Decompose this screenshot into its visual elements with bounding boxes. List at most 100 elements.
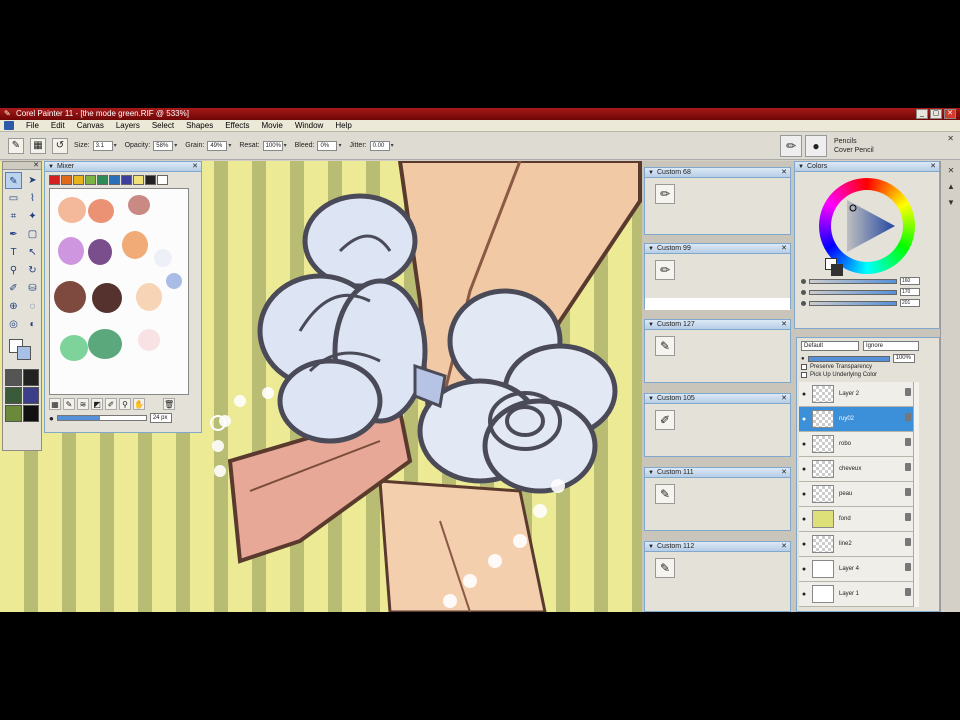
palette-close-icon[interactable]: ✕ (781, 468, 787, 478)
grain-field[interactable]: 49% (207, 140, 228, 151)
palette-close-icon[interactable]: ✕ (781, 320, 787, 330)
custom-palette-header[interactable]: ▼ Custom 111 ✕ (645, 468, 790, 478)
shape-icon[interactable]: ▢ (24, 226, 41, 243)
visibility-eye-icon[interactable]: ● (799, 591, 809, 598)
pencil-category-icon[interactable]: ✏ (780, 135, 802, 157)
resat-arrow-icon[interactable]: ▾ (284, 142, 287, 149)
rotate-page-icon[interactable]: ↻ (24, 262, 41, 279)
document-icon[interactable] (4, 121, 14, 130)
eraser-icon[interactable]: ◌ (24, 298, 41, 315)
layer-lock-icon[interactable] (905, 438, 911, 446)
stroke-type-icon[interactable]: ▦ (30, 137, 46, 154)
composite-depth-select[interactable]: Ignore (863, 341, 919, 351)
gradient-selector[interactable] (22, 369, 39, 386)
apply-color-icon[interactable]: ✎ (63, 398, 75, 410)
jitter-field[interactable]: 0.00 (369, 140, 390, 151)
jitter-arrow-icon[interactable]: ▾ (391, 142, 394, 149)
red-value[interactable]: 160 (900, 277, 920, 285)
green-value[interactable]: 170 (900, 288, 920, 296)
layer-lock-icon[interactable] (905, 563, 911, 571)
brush-icon[interactable]: ✎ (655, 336, 675, 356)
dirty-brush-icon[interactable]: ▦ (49, 398, 61, 410)
bleed-field[interactable]: 0% (317, 140, 338, 151)
layer-row[interactable]: ● line2 (799, 532, 913, 557)
mixer-brush-size-slider[interactable] (56, 415, 147, 421)
blue-value[interactable]: 201 (900, 299, 920, 307)
mixer-color-swatch[interactable] (85, 175, 96, 185)
collapse-triangle-icon[interactable]: ▼ (648, 468, 654, 478)
divine-proportion-icon[interactable]: ◎ (5, 316, 22, 333)
bleed-arrow-icon[interactable]: ▾ (338, 142, 341, 149)
maximize-button[interactable]: ▢ (930, 109, 942, 119)
brush-tool-icon[interactable]: ✎ (5, 172, 22, 189)
visibility-eye-icon[interactable]: ● (799, 516, 809, 523)
menu-help[interactable]: Help (329, 120, 357, 132)
pick-up-underlying-checkbox[interactable] (801, 372, 807, 378)
green-slider[interactable] (809, 289, 897, 295)
layer-lock-icon[interactable] (905, 463, 911, 471)
layer-row[interactable]: ● Layer 2 (799, 382, 913, 407)
paper-selector[interactable] (5, 369, 22, 386)
magnifier-icon[interactable]: ⚲ (5, 262, 22, 279)
collapse-triangle-icon[interactable]: ▼ (798, 162, 804, 172)
scroll-arrow-icon[interactable]: ▼ (945, 197, 957, 209)
zoom-icon[interactable]: ⚲ (119, 398, 131, 410)
rectangular-selection-icon[interactable]: ▭ (5, 190, 22, 207)
menu-canvas[interactable]: Canvas (71, 120, 110, 132)
toolbox-close-icon[interactable]: ✕ (33, 161, 39, 169)
composite-method-select[interactable]: Default (801, 341, 859, 351)
layer-row[interactable]: ● fond (799, 507, 913, 532)
layer-adjuster-icon[interactable]: ➤ (24, 172, 41, 189)
layer-lock-icon[interactable] (905, 388, 911, 396)
layer-lock-icon[interactable] (905, 538, 911, 546)
layer-lock-icon[interactable] (905, 413, 911, 421)
blender-brush-icon[interactable]: ✐ (655, 410, 675, 430)
close-icon[interactable]: ✕ (945, 165, 957, 177)
visibility-eye-icon[interactable]: ● (799, 491, 809, 498)
collapse-triangle-icon[interactable]: ▼ (648, 168, 654, 178)
reset-tool-icon[interactable]: ↺ (52, 137, 68, 154)
minimize-button[interactable]: _ (916, 109, 928, 119)
clear-icon[interactable]: 🗑 (163, 398, 175, 410)
menu-file[interactable]: File (20, 120, 45, 132)
palette-close-icon[interactable]: ✕ (781, 244, 787, 254)
mixer-color-swatch[interactable] (121, 175, 132, 185)
size-arrow-icon[interactable]: ▾ (114, 142, 117, 149)
layer-lock-icon[interactable] (905, 513, 911, 521)
layer-opacity-value[interactable]: 100% (892, 354, 915, 363)
layer-row[interactable]: ● cheveux (799, 457, 913, 482)
palette-close-icon[interactable]: ✕ (781, 168, 787, 178)
colors-close-icon[interactable]: ✕ (930, 162, 936, 172)
mixer-brush-size-field[interactable]: 24 px (149, 413, 172, 423)
brush-category[interactable]: Pencils (834, 137, 874, 146)
pen-icon[interactable]: ✒ (5, 226, 22, 243)
brush-variant[interactable]: Cover Pencil (834, 146, 874, 155)
text-icon[interactable]: T (5, 244, 22, 261)
layer-row[interactable]: ● peau (799, 482, 913, 507)
layer-list-scrollbar[interactable] (913, 382, 919, 607)
mixer-color-swatch[interactable] (157, 175, 168, 185)
layer-lock-icon[interactable] (905, 488, 911, 496)
paint-bucket-icon[interactable]: ⛁ (24, 280, 41, 297)
custom-palette-header[interactable]: ▼ Custom 127 ✕ (645, 320, 790, 330)
visibility-eye-icon[interactable]: ● (799, 391, 809, 398)
palette-close-icon[interactable]: ✕ (781, 542, 787, 552)
menu-shapes[interactable]: Shapes (180, 120, 219, 132)
resat-field[interactable]: 100% (262, 140, 283, 151)
lasso-icon[interactable]: ⌇ (24, 190, 41, 207)
opacity-field[interactable]: 58% (153, 140, 174, 151)
mixer-color-swatch[interactable] (133, 175, 144, 185)
sample-multiple-icon[interactable]: ✐ (105, 398, 117, 410)
layer-lock-icon[interactable] (905, 588, 911, 596)
sample-color-icon[interactable]: ◩ (91, 398, 103, 410)
visibility-eye-icon[interactable]: ● (799, 541, 809, 548)
weave-selector[interactable] (22, 387, 39, 404)
mixer-close-icon[interactable]: ✕ (192, 162, 198, 172)
menu-window[interactable]: Window (289, 120, 329, 132)
mixer-color-swatch[interactable] (73, 175, 84, 185)
collapse-triangle-icon[interactable]: ▼ (648, 394, 654, 404)
additional-color-swatch[interactable] (17, 346, 31, 360)
colors-header[interactable]: ▼ Colors ✕ (795, 162, 939, 172)
magic-wand-icon[interactable]: ✦ (24, 208, 41, 225)
collapse-triangle-icon[interactable]: ▼ (648, 244, 654, 254)
